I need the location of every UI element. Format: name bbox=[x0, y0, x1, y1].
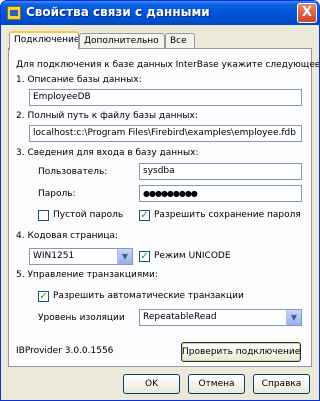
close-button[interactable]: X bbox=[297, 3, 317, 23]
tab-all[interactable]: Все bbox=[165, 33, 195, 49]
intro-text: Для подключения к базе данных InterBase … bbox=[16, 60, 320, 70]
codepage-value: WIN1251 bbox=[33, 251, 75, 261]
chevron-down-icon[interactable]: ▼ bbox=[117, 249, 132, 264]
save-password-label: Разрешить сохранение пароля bbox=[154, 210, 301, 220]
section-login-label: 3. Сведения для входа в базу данных: bbox=[16, 148, 199, 158]
title-bar[interactable]: Свойства связи с данными X bbox=[1, 1, 319, 25]
unicode-mode-label: Режим UNICODE bbox=[154, 251, 231, 261]
provider-version-text: IBProvider 3.0.0.1556 bbox=[16, 346, 114, 356]
section-codepage-label: 4. Кодовая страница: bbox=[16, 231, 118, 241]
database-path-input[interactable]: localhost:c:\Program Files\Firebird\exam… bbox=[29, 125, 302, 142]
cancel-button[interactable]: Отмена bbox=[188, 374, 245, 394]
auto-transactions-label: Разрешить автоматические транзакции bbox=[53, 291, 244, 301]
test-connection-button[interactable]: Проверить подключение bbox=[181, 342, 301, 362]
dialog-window: Свойства связи с данными X Подключение Д… bbox=[0, 0, 320, 401]
description-input[interactable]: EmployeeDB bbox=[29, 89, 302, 106]
empty-password-label: Пустой пароль bbox=[53, 210, 124, 220]
chevron-down-icon[interactable]: ▼ bbox=[286, 310, 301, 325]
tab-connection[interactable]: Подключение bbox=[9, 31, 79, 50]
ok-button[interactable]: OK bbox=[123, 374, 180, 394]
data-link-icon bbox=[7, 6, 21, 20]
isolation-level-value: RepeatableRead bbox=[143, 312, 217, 322]
user-label: Пользователь: bbox=[38, 167, 108, 177]
codepage-select[interactable]: WIN1251 ▼ bbox=[29, 248, 133, 265]
password-input[interactable]: ●●●●●●●●● bbox=[139, 185, 302, 202]
section-description-label: 1. Описание базы данных: bbox=[16, 75, 142, 85]
section-transactions-label: 5. Управление транзакциями: bbox=[16, 270, 158, 280]
tab-advanced[interactable]: Дополнительно bbox=[79, 33, 165, 49]
connection-panel: Для подключения к базе данных InterBase … bbox=[8, 48, 319, 367]
unicode-mode-checkbox[interactable]: ✓ bbox=[139, 251, 150, 262]
password-label: Пароль: bbox=[38, 189, 76, 199]
save-password-checkbox[interactable]: ✓ bbox=[139, 210, 150, 221]
empty-password-checkbox[interactable] bbox=[38, 210, 49, 221]
help-button[interactable]: Справка bbox=[253, 374, 310, 394]
section-path-label: 2. Полный путь к файлу базы данных: bbox=[16, 111, 198, 121]
auto-transactions-checkbox[interactable]: ✓ bbox=[38, 291, 49, 302]
isolation-level-select[interactable]: RepeatableRead ▼ bbox=[139, 309, 302, 326]
isolation-level-label: Уровень изоляции bbox=[38, 313, 125, 323]
user-input[interactable]: sysdba bbox=[139, 163, 302, 180]
window-title: Свойства связи с данными bbox=[26, 5, 210, 19]
